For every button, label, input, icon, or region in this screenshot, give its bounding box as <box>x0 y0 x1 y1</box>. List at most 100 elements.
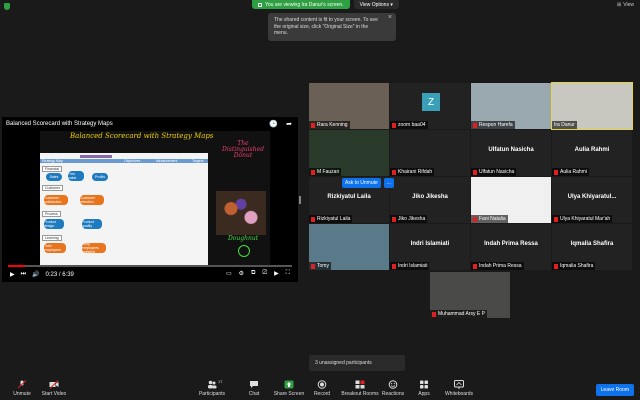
whiteboard-icon <box>454 380 464 389</box>
playback-controls: ▶ ⏭ 🔊 0:23 / 6:39 <box>10 271 74 278</box>
box-train-employees: Train employees <box>44 243 66 253</box>
participant-name-tag: Rara Kenning <box>309 121 350 129</box>
participant-tile[interactable]: Aulia Rahmi Aulia Rahmi <box>552 130 632 176</box>
participant-name-tag: zoom baa04 <box>390 121 428 129</box>
participant-name: Respon Harefa <box>479 122 513 128</box>
participant-tile[interactable]: Khairani Rifdah <box>390 130 470 176</box>
participant-tile[interactable]: Zzoom baa04 <box>390 83 470 129</box>
view-button[interactable]: ⊞ View <box>617 2 634 8</box>
participant-name: Tomy <box>317 263 329 269</box>
time-display: 0:23 / 6:39 <box>45 271 74 278</box>
participant-name: Rara Kenning <box>317 122 348 128</box>
participant-tile[interactable]: Ulfatun Nasicha Ulfatun Nasicha <box>471 130 551 176</box>
participant-tile[interactable]: Indah Prima Ressa Indah Prima Ressa <box>471 224 551 270</box>
youtube-icon[interactable]: ▶ <box>274 270 279 277</box>
split-drag-handle[interactable] <box>299 196 301 204</box>
share-screen-label: Share Screen <box>273 391 305 397</box>
fit-screen-tooltip: The shared content is fit to your screen… <box>268 13 396 41</box>
volume-icon[interactable]: 🔊 <box>32 271 39 278</box>
mic-muted-icon <box>473 122 477 128</box>
participant-name: Fani Natalia <box>479 216 506 222</box>
participant-display-name: Aulia Rahmi <box>574 147 610 153</box>
more-options-button[interactable]: ... <box>383 178 394 188</box>
mic-muted-icon <box>311 122 315 128</box>
col-objectives: Objectives <box>124 159 141 163</box>
mic-muted-icon <box>392 122 396 128</box>
participant-name-tag: Respon Harefa <box>471 121 515 129</box>
participant-tile[interactable]: Muhammad Arsy E P <box>430 272 510 318</box>
participant-tile[interactable]: Indri Islamiati Indri Islamiati <box>390 224 470 270</box>
cast-icon[interactable]: ⎚ <box>262 270 267 277</box>
chat-button[interactable]: Chat <box>234 380 274 397</box>
ask-to-unmute-button[interactable]: Ask to Unmute <box>342 178 381 188</box>
share-icon[interactable]: ➦ <box>286 120 292 128</box>
participant-display-name: Ulya Khiyaratul... <box>567 194 617 200</box>
breakout-rooms-icon <box>355 380 365 389</box>
participant-tile[interactable]: Ulya Khiyaratul... Ulya Khiyaratul Mar'ah <box>552 177 632 223</box>
box-product-design: Product design <box>44 219 64 229</box>
participant-name: zoom baa04 <box>398 122 426 128</box>
next-icon[interactable]: ⏭ <box>21 271 26 278</box>
participant-tile[interactable]: M Fauzan <box>309 130 389 176</box>
participants-count: 17 <box>218 379 223 384</box>
participant-name: Ira Danur <box>554 122 575 128</box>
share-banner: You are viewing Ira Danur's screen. View… <box>252 0 399 9</box>
mic-muted-icon <box>311 216 315 222</box>
participant-name-tag: Fani Natalia <box>471 215 508 223</box>
watch-later-icon[interactable]: 🕒 <box>269 120 278 128</box>
security-shield-icon[interactable] <box>4 3 10 10</box>
tooltip-text: The shared content is fit to your screen… <box>274 17 378 36</box>
participant-name-tag: Muhammad Arsy E P <box>430 310 487 318</box>
unassigned-participants[interactable]: 3 unassigned participants <box>309 355 405 371</box>
captions-icon[interactable]: ▭ <box>226 270 232 277</box>
view-options-button[interactable]: View Options ▾ <box>353 0 399 9</box>
start-video-button[interactable]: Start Video <box>34 380 74 397</box>
play-icon[interactable]: ▶ <box>10 271 15 278</box>
mic-muted-icon <box>392 169 396 175</box>
mic-muted-icon <box>473 169 477 175</box>
record-button[interactable]: Record <box>302 380 342 397</box>
sharing-text: You are viewing Ira Danur's screen. <box>265 1 344 8</box>
miniplayer-icon[interactable]: ⧉ <box>251 270 255 277</box>
video-header-actions: 🕒 ➦ <box>269 120 292 128</box>
settings-icon[interactable]: ⚙ <box>239 270 244 277</box>
participant-tile[interactable]: Tomy <box>309 224 389 270</box>
participant-tile[interactable]: Ira Danur <box>551 82 633 130</box>
view-options-label: View Options <box>359 1 389 8</box>
meeting-toolbar: Unmute Start Video Participants 17 Chat … <box>0 378 640 400</box>
participant-name: Indah Prima Ressa <box>479 263 522 269</box>
whiteboards-button[interactable]: Whiteboards <box>437 380 481 397</box>
participant-tile[interactable]: Iqmalia Shafira Iqmalia Shafira <box>552 224 632 270</box>
mic-muted-icon <box>473 263 477 269</box>
video-controls: ▶ ⏭ 🔊 0:23 / 6:39 ▭ ⚙ ⧉ ⎚ ▶ ⛶ <box>2 265 298 282</box>
shared-screen-video[interactable]: Balanced Scorecard with Strategy Maps 🕒 … <box>2 117 298 282</box>
perspective-financial: Financial <box>42 166 63 172</box>
participant-name-tag: Ulfatun Nasicha <box>471 168 517 176</box>
participant-tile[interactable]: Jiko Jikesha Jiko Jikesha <box>390 177 470 223</box>
camera-off-icon <box>49 380 59 389</box>
fullscreen-icon[interactable]: ⛶ <box>286 270 290 277</box>
participant-tile[interactable]: Fani Natalia <box>471 177 551 223</box>
participant-display-name: Jiko Jikesha <box>412 194 448 200</box>
mic-muted-icon <box>392 263 396 269</box>
mic-muted-icon <box>554 169 558 175</box>
participant-name-tag: Jiko Jikesha <box>390 215 428 223</box>
chat-icon <box>250 381 258 388</box>
participant-name: Rizkiyatul Laila <box>317 216 351 222</box>
start-video-label: Start Video <box>41 391 67 397</box>
col-targets: Targets <box>192 159 204 163</box>
participant-tile[interactable]: Rara Kenning <box>309 83 389 129</box>
close-icon[interactable]: × <box>388 14 392 22</box>
share-screen-icon <box>284 380 294 389</box>
record-label: Record <box>313 391 331 397</box>
participant-tile[interactable]: Respon Harefa <box>471 83 551 129</box>
participant-display-name: Indri Islamiati <box>410 241 450 247</box>
box-firm-value: Firm value <box>68 171 84 181</box>
participants-button[interactable]: Participants <box>192 380 232 397</box>
video-progress-bar[interactable] <box>8 265 292 267</box>
strategy-map-header <box>80 155 112 158</box>
table-header: Strategy Map Objectives Measurement Targ… <box>40 159 208 163</box>
leave-room-button[interactable]: Leave Room <box>595 384 634 396</box>
grid-icon: ⊞ <box>617 2 622 8</box>
box-profits: Profits <box>92 173 108 181</box>
